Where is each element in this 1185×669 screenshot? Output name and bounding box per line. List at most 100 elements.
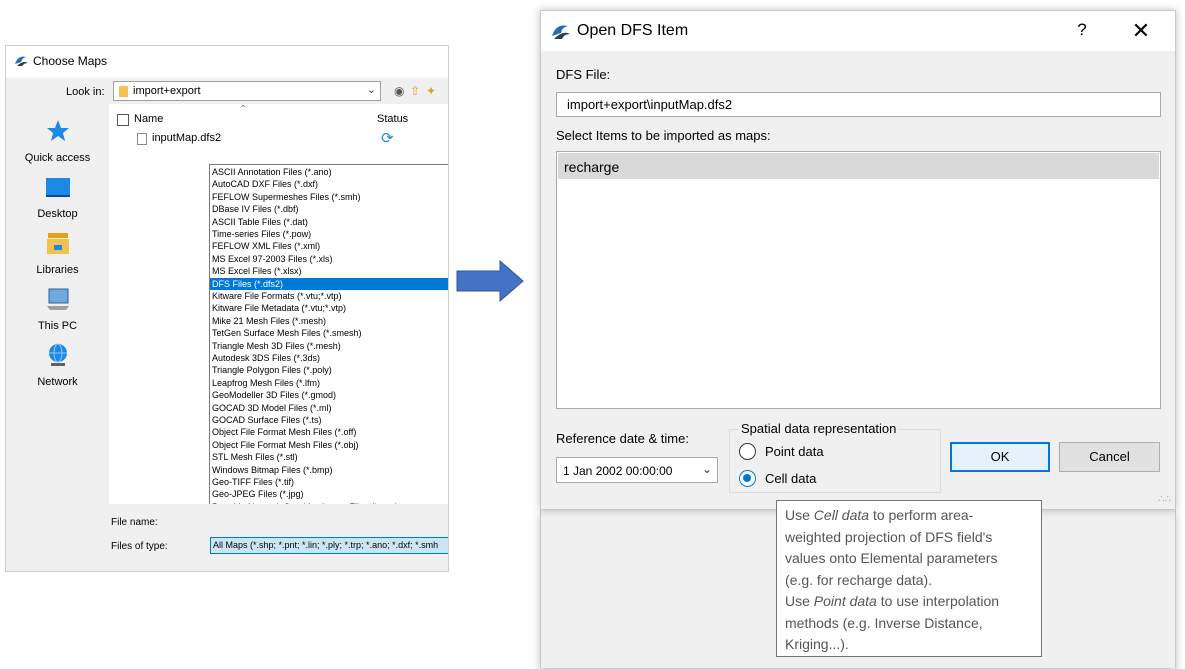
look-in-label: Look in:	[66, 86, 105, 98]
spatial-data-group	[729, 429, 941, 493]
list-item[interactable]: recharge	[558, 153, 1159, 179]
cell-data-label[interactable]: Cell data	[765, 471, 816, 486]
file-type-option[interactable]: Triangle Mesh 3D Files (*.mesh)	[210, 340, 448, 352]
file-type-option[interactable]: GOCAD 3D Model Files (*.ml)	[210, 402, 448, 414]
items-list[interactable]: recharge	[556, 151, 1161, 409]
file-name[interactable]: inputMap.dfs2	[152, 132, 221, 144]
file-type-option[interactable]: Triangle Polygon Files (*.poly)	[210, 364, 448, 376]
file-type-option[interactable]: FEFLOW XML Files (*.xml)	[210, 240, 448, 252]
place-label: Libraries	[36, 264, 79, 276]
tooltip-line: Kriging...).	[785, 636, 849, 652]
title-bar: Choose Maps	[6, 46, 448, 74]
file-type-option[interactable]: Mike 21 Mesh Files (*.mesh)	[210, 315, 448, 327]
place-desktop[interactable]: Desktop	[6, 174, 109, 230]
place-this-pc[interactable]: This PC	[6, 286, 109, 342]
item-label: recharge	[564, 159, 620, 175]
back-icon[interactable]: ◉	[394, 83, 404, 99]
title-bar: Open DFS Item ? ✕	[541, 11, 1175, 51]
items-label: Select Items to be imported as maps:	[556, 128, 771, 143]
column-header-name[interactable]: Name	[134, 113, 163, 125]
file-type-option[interactable]: Object File Format Mesh Files (*.off)	[210, 426, 448, 438]
tooltip-line: Use Point data to use interpolation	[785, 593, 1000, 609]
file-type-option[interactable]: DFS Files (*.dfs2)	[210, 277, 448, 290]
choose-maps-dialog: Choose Maps Look in: import+export ⌄ ◉ ⇧…	[5, 45, 449, 572]
file-type-option[interactable]: Leapfrog Mesh Files (*.lfm)	[210, 377, 448, 389]
point-data-label[interactable]: Point data	[765, 444, 824, 459]
tooltip: Use Cell data to perform area- weighted …	[776, 500, 1042, 657]
point-data-radio[interactable]	[739, 443, 756, 460]
place-libraries[interactable]: Libraries	[6, 230, 109, 286]
look-in-dropdown[interactable]: import+export ⌄	[113, 81, 381, 101]
cancel-button[interactable]: Cancel	[1059, 442, 1160, 472]
file-type-option[interactable]: GOCAD Surface Files (*.ts)	[210, 414, 448, 426]
files-of-type-label: Files of type:	[111, 541, 168, 552]
file-type-option[interactable]: Kitware File Metadata (*.vtu;*.vtp)	[210, 302, 448, 314]
reference-date-dropdown[interactable]: 1 Jan 2002 00:00:00 ⌄	[556, 457, 718, 483]
tooltip-line: (e.g. for recharge data).	[785, 571, 933, 588]
file-type-option[interactable]: MS Excel 97-2003 Files (*.xls)	[210, 253, 448, 265]
computer-icon	[47, 288, 69, 310]
file-type-option[interactable]: Geo-JPEG Files (*.jpg)	[210, 488, 448, 500]
resize-grip-icon[interactable]: ∴∴	[1158, 494, 1171, 505]
sync-icon: ⟳	[381, 130, 394, 147]
file-type-option[interactable]: STL Mesh Files (*.stl)	[210, 451, 448, 463]
place-quick-access[interactable]: Quick access	[6, 118, 109, 174]
file-icon	[137, 133, 147, 145]
new-folder-icon[interactable]: ✦	[426, 83, 436, 99]
file-type-option[interactable]: Autodesk 3DS Files (*.3ds)	[210, 352, 448, 364]
reference-date-label: Reference date & time:	[556, 431, 689, 446]
help-button[interactable]: ?	[1072, 20, 1092, 42]
file-type-option[interactable]: Object File Format Mesh Files (*.obj)	[210, 439, 448, 451]
navigation-toolbar: ◉ ⇧ ✦	[392, 83, 448, 99]
place-label: Quick access	[24, 152, 91, 164]
dialog-title: Open DFS Item	[577, 22, 689, 39]
file-type-option[interactable]: Time-series Files (*.pow)	[210, 228, 448, 240]
open-dfs-item-dialog: Open DFS Item ? ✕ DFS File: import+expor…	[540, 10, 1176, 510]
ok-button[interactable]: OK	[950, 442, 1050, 472]
places-bar: Quick access Desktop Libraries This PC N…	[6, 104, 109, 571]
sort-ascending-icon: ⌃	[239, 104, 248, 115]
select-all-checkbox[interactable]	[117, 114, 129, 126]
up-folder-icon[interactable]: ⇧	[410, 83, 420, 99]
desktop-icon	[46, 178, 70, 197]
cell-data-radio[interactable]	[739, 470, 756, 487]
file-name-label: File name:	[111, 517, 158, 528]
place-label: Desktop	[37, 208, 78, 220]
chevron-down-icon: ⌄	[701, 462, 712, 476]
file-type-dropdown-list[interactable]: ASCII Annotation Files (*.ano) AutoCAD DX…	[209, 164, 448, 541]
file-type-option[interactable]: DBase IV Files (*.dbf)	[210, 203, 448, 215]
place-label: This PC	[37, 320, 78, 332]
star-icon	[47, 120, 69, 141]
tooltip-line: methods (e.g. Inverse Distance,	[785, 614, 983, 631]
tooltip-line: weighted projection of DFS field's	[785, 528, 993, 545]
dfs-file-label: DFS File:	[556, 67, 611, 82]
chevron-down-icon: ⌄	[366, 84, 376, 96]
file-type-option[interactable]: Kitware File Formats (*.vtu;*.vtp)	[210, 290, 448, 302]
file-type-option[interactable]: MS Excel Files (*.xlsx)	[210, 265, 448, 277]
close-button[interactable]: ✕	[1128, 18, 1154, 44]
file-type-option[interactable]: Geo-TIFF Files (*.tif)	[210, 476, 448, 488]
file-type-option[interactable]: ASCII Table Files (*.dat)	[210, 216, 448, 228]
file-type-option[interactable]: AutoCAD DXF Files (*.dxf)	[210, 178, 448, 190]
file-type-option[interactable]: Windows Bitmap Files (*.bmp)	[210, 464, 448, 476]
column-header-status[interactable]: Status	[377, 113, 408, 125]
reference-date-value: 1 Jan 2002 00:00:00	[563, 464, 673, 478]
spatial-data-group-title: Spatial data representation	[739, 421, 899, 436]
app-logo-icon	[552, 25, 570, 39]
tooltip-line: values onto Elemental parameters	[785, 550, 998, 566]
dialog-footer: File name: Files of type: All Maps (*.sh…	[109, 504, 448, 571]
file-type-option[interactable]: TetGen Surface Mesh Files (*.smesh)	[210, 327, 448, 339]
place-label: Network	[37, 376, 78, 388]
dialog-title: Choose Maps	[33, 54, 108, 68]
tooltip-line: Use Cell data to perform area-	[785, 507, 974, 523]
file-type-option[interactable]: FEFLOW Supermeshes Files (*.smh)	[210, 191, 448, 203]
look-in-bar: Look in: import+export ⌄ ◉ ⇧ ✦	[6, 78, 448, 104]
file-type-option[interactable]: GeoModeller 3D Files (*.gmod)	[210, 389, 448, 401]
file-type-option[interactable]: ASCII Annotation Files (*.ano)	[210, 166, 448, 178]
dfs-file-field[interactable]: import+export\inputMap.dfs2	[556, 92, 1161, 117]
libraries-icon	[47, 233, 69, 254]
files-of-type-value: All Maps (*.shp; *.pnt; *.lin; *.ply; *.…	[213, 540, 439, 550]
files-of-type-select[interactable]: All Maps (*.shp; *.pnt; *.lin; *.ply; *.…	[210, 537, 448, 554]
app-logo-icon	[15, 56, 28, 66]
place-network[interactable]: Network	[6, 342, 109, 398]
